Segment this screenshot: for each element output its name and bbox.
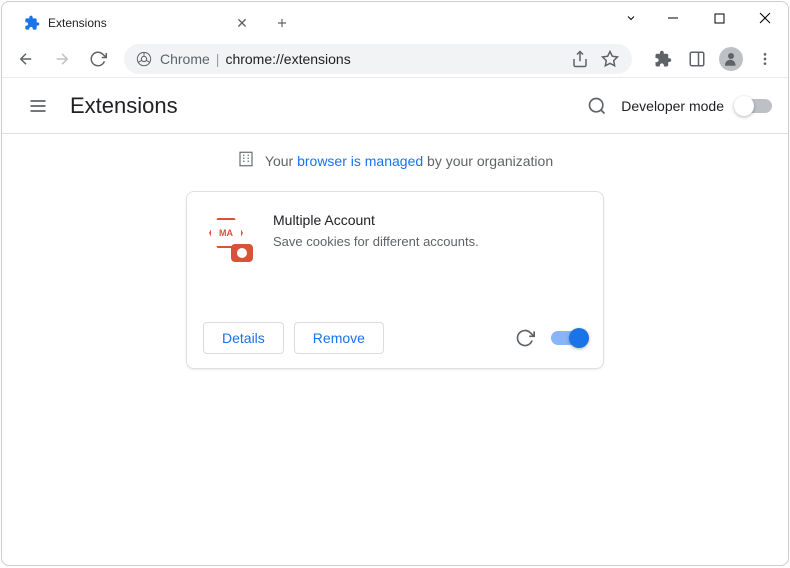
browser-tab[interactable]: Extensions ✕ — [12, 6, 260, 40]
address-bar: Chrome | chrome://extensions — [2, 40, 788, 78]
details-button[interactable]: Details — [203, 322, 284, 354]
new-tab-button[interactable] — [268, 9, 296, 37]
close-window-button[interactable] — [742, 2, 788, 34]
secure-label: Chrome — [160, 51, 210, 67]
tab-search-button[interactable] — [612, 2, 650, 34]
developer-mode-label: Developer mode — [621, 98, 724, 114]
extensions-header: Extensions Developer mode — [2, 78, 788, 134]
reload-button[interactable] — [82, 43, 114, 75]
extension-reload-button[interactable] — [509, 322, 541, 354]
kebab-menu[interactable] — [750, 44, 780, 74]
tab-close-button[interactable]: ✕ — [234, 15, 250, 31]
back-button[interactable] — [10, 43, 42, 75]
content-area: Your browser is managed by your organiza… — [2, 134, 788, 565]
camera-icon — [231, 244, 253, 262]
profile-avatar[interactable] — [716, 44, 746, 74]
extension-info: Multiple Account Save cookies for differ… — [273, 212, 583, 302]
minimize-button[interactable] — [650, 2, 696, 34]
sidepanel-icon[interactable] — [682, 44, 712, 74]
managed-link[interactable]: browser is managed — [297, 153, 423, 169]
extensions-icon[interactable] — [648, 44, 678, 74]
omnibox-divider: | — [216, 51, 220, 67]
bookmark-icon[interactable] — [600, 49, 620, 69]
extension-icon: MA — [207, 212, 255, 260]
toggle-knob — [734, 96, 754, 116]
card-actions: Details Remove — [187, 312, 603, 368]
toggle-knob — [569, 328, 589, 348]
card-body: MA Multiple Account Save cookies for dif… — [187, 192, 603, 312]
omnibox[interactable]: Chrome | chrome://extensions — [124, 44, 632, 74]
managed-banner: Your browser is managed by your organiza… — [2, 134, 788, 191]
extension-description: Save cookies for different accounts. — [273, 234, 583, 249]
remove-button[interactable]: Remove — [294, 322, 384, 354]
extension-enable-toggle[interactable] — [551, 331, 587, 345]
share-icon[interactable] — [570, 49, 590, 69]
url-text: chrome://extensions — [225, 51, 570, 67]
avatar-icon — [719, 47, 743, 71]
window-controls — [612, 2, 788, 34]
browser-window: Extensions ✕ Chrome | chrome://extension… — [1, 1, 789, 566]
managed-text: Your browser is managed by your organiza… — [265, 153, 553, 169]
building-icon — [237, 150, 255, 171]
chrome-icon — [136, 51, 152, 67]
developer-mode-toggle[interactable] — [736, 99, 772, 113]
extension-card: MA Multiple Account Save cookies for dif… — [186, 191, 604, 369]
tab-title: Extensions — [48, 16, 234, 30]
titlebar: Extensions ✕ — [2, 2, 788, 40]
page-title: Extensions — [70, 93, 577, 119]
toolbar-icons — [648, 44, 780, 74]
extension-name: Multiple Account — [273, 212, 583, 228]
maximize-button[interactable] — [696, 2, 742, 34]
forward-button[interactable] — [46, 43, 78, 75]
puzzle-icon — [24, 15, 40, 31]
omnibox-actions — [570, 49, 620, 69]
search-button[interactable] — [577, 86, 617, 126]
hamburger-menu[interactable] — [18, 86, 58, 126]
